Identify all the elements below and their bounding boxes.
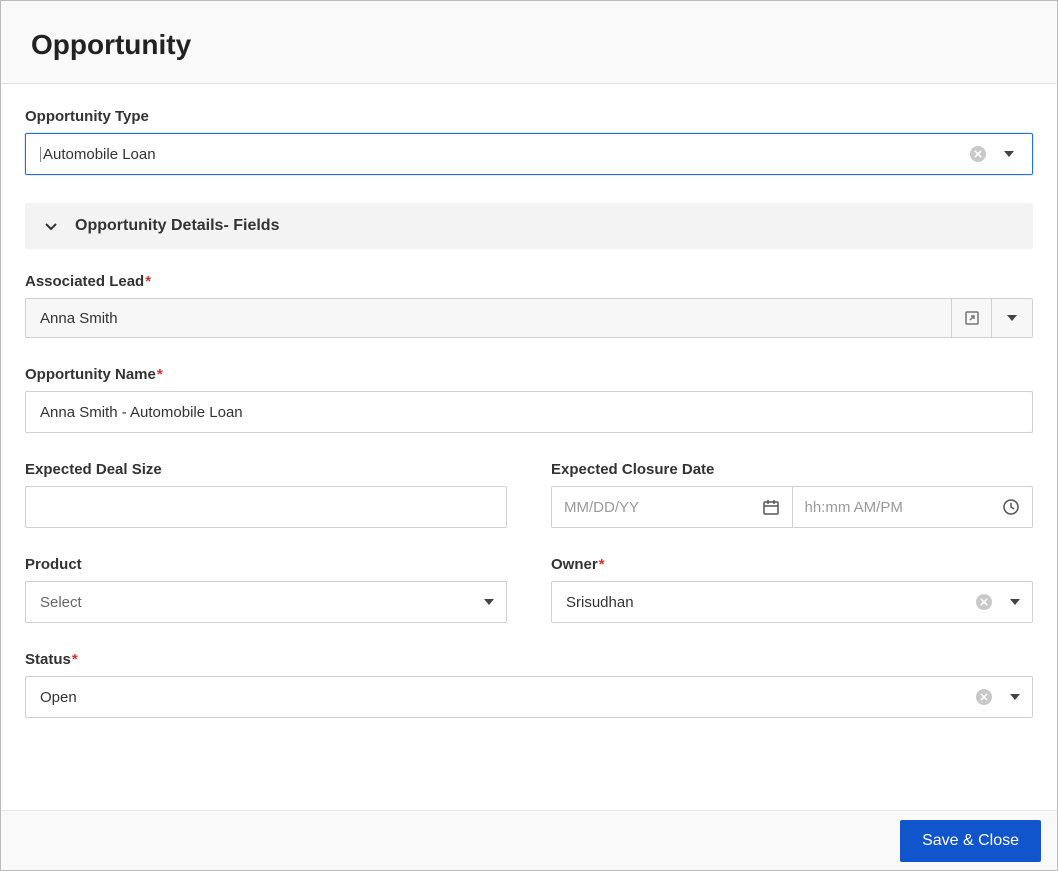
lookup-caret[interactable] — [992, 299, 1032, 337]
clear-icon[interactable] — [976, 594, 992, 610]
associated-lead-lookup[interactable]: Anna Smith — [25, 298, 1033, 338]
opportunity-type-field: Opportunity Type Automobile Loan — [25, 108, 1033, 175]
row-deal-closure: Expected Deal Size Expected Closure Date… — [25, 461, 1033, 528]
closure-date-input[interactable]: MM/DD/YY — [551, 486, 792, 528]
owner-label: Owner* — [551, 556, 1033, 573]
clear-icon[interactable] — [970, 146, 986, 162]
opportunity-name-field: Opportunity Name* — [25, 366, 1033, 433]
opportunity-name-label: Opportunity Name* — [25, 366, 1033, 383]
open-record-icon[interactable] — [952, 299, 992, 337]
clock-icon[interactable] — [1002, 498, 1020, 516]
owner-field: Owner* Srisudhan — [551, 556, 1033, 623]
owner-select[interactable]: Srisudhan — [551, 581, 1033, 623]
required-star: * — [145, 273, 151, 290]
form-header: Opportunity — [1, 1, 1057, 84]
opportunity-form-window: Opportunity Opportunity Type Automobile … — [0, 0, 1058, 871]
page-title: Opportunity — [31, 29, 1027, 61]
required-star: * — [157, 366, 163, 383]
clear-icon[interactable] — [976, 689, 992, 705]
form-content: Opportunity Type Automobile Loan Opportu… — [1, 84, 1057, 870]
row-product-owner: Product Select Owner* Srisudhan — [25, 556, 1033, 623]
closure-time-placeholder: hh:mm AM/PM — [805, 499, 1003, 516]
status-field: Status* Open — [25, 651, 1033, 718]
opportunity-type-value: Automobile Loan — [40, 147, 970, 162]
opportunity-name-input[interactable] — [25, 391, 1033, 433]
caret-down-icon — [1010, 694, 1020, 700]
closure-date-placeholder: MM/DD/YY — [564, 499, 762, 516]
associated-lead-value: Anna Smith — [26, 299, 952, 337]
expected-closure-group: MM/DD/YY hh:mm AM/PM — [551, 486, 1033, 528]
chevron-down-icon — [43, 218, 59, 234]
form-footer: Save & Close — [1, 810, 1057, 870]
closure-time-input[interactable]: hh:mm AM/PM — [792, 486, 1034, 528]
required-star: * — [599, 556, 605, 573]
owner-value: Srisudhan — [566, 594, 976, 611]
opportunity-type-combo[interactable]: Automobile Loan — [25, 133, 1033, 175]
calendar-icon[interactable] — [762, 498, 780, 516]
status-label: Status* — [25, 651, 1033, 668]
section-opportunity-details[interactable]: Opportunity Details- Fields — [25, 203, 1033, 249]
section-title: Opportunity Details- Fields — [75, 217, 279, 235]
required-star: * — [72, 651, 78, 668]
associated-lead-label: Associated Lead* — [25, 273, 1033, 290]
expected-closure-field: Expected Closure Date MM/DD/YY hh:mm AM/… — [551, 461, 1033, 528]
product-field: Product Select — [25, 556, 507, 623]
expected-deal-size-label: Expected Deal Size — [25, 461, 507, 478]
expected-closure-label: Expected Closure Date — [551, 461, 1033, 478]
caret-down-icon — [484, 599, 494, 605]
product-select[interactable]: Select — [25, 581, 507, 623]
expected-deal-size-input[interactable] — [25, 486, 507, 528]
status-value: Open — [40, 689, 976, 706]
opportunity-type-label: Opportunity Type — [25, 108, 1033, 125]
status-select[interactable]: Open — [25, 676, 1033, 718]
caret-down-icon[interactable] — [1004, 151, 1014, 157]
associated-lead-field: Associated Lead* Anna Smith — [25, 273, 1033, 338]
caret-down-icon — [1010, 599, 1020, 605]
product-value: Select — [40, 594, 484, 611]
expected-deal-size-field: Expected Deal Size — [25, 461, 507, 528]
product-label: Product — [25, 556, 507, 573]
save-and-close-button[interactable]: Save & Close — [900, 820, 1041, 862]
